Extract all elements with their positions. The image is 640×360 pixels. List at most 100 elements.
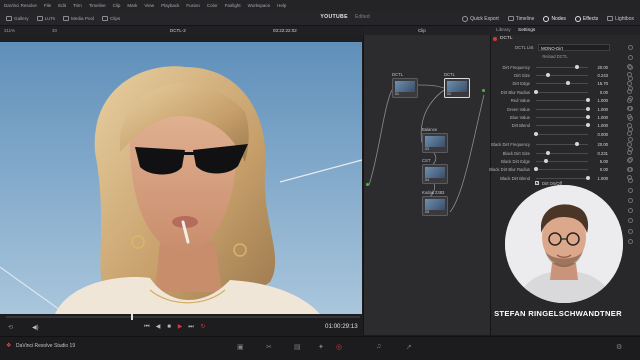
- param-value[interactable]: 20.00: [590, 142, 608, 147]
- keyframe-icon[interactable]: [628, 45, 633, 50]
- keyframe-icon[interactable]: [628, 198, 633, 203]
- keyframe-icon[interactable]: [628, 96, 633, 101]
- menu-view[interactable]: View: [144, 3, 154, 8]
- keyframe-icon[interactable]: [628, 238, 633, 244]
- param-slider-handle[interactable]: [534, 167, 538, 172]
- menu-mark[interactable]: Mark: [127, 3, 137, 8]
- param-slider[interactable]: [536, 169, 588, 171]
- page-edit-icon[interactable]: ▤: [294, 343, 301, 351]
- param-slider[interactable]: [536, 74, 588, 76]
- param-slider[interactable]: [536, 125, 588, 127]
- param-value[interactable]: 1.000: [590, 123, 608, 128]
- page-deliver-icon[interactable]: ➚: [406, 343, 412, 351]
- loop-icon[interactable]: ⟲: [8, 324, 13, 331]
- param-value[interactable]: 0.243: [590, 73, 608, 78]
- page-fairlight-icon[interactable]: ♫: [376, 343, 381, 350]
- param-value[interactable]: 20.00: [590, 65, 608, 70]
- luts-button[interactable]: LUTs: [36, 15, 55, 21]
- audio-icon[interactable]: ◀): [32, 324, 39, 331]
- param-slider[interactable]: [536, 91, 588, 93]
- quick-export-button[interactable]: Quick Export: [462, 15, 499, 22]
- param-slider[interactable]: [536, 100, 588, 102]
- media-pool-button[interactable]: Media Pool: [63, 15, 94, 21]
- param-value[interactable]: 15.70: [590, 81, 608, 86]
- keyframe-icon[interactable]: [628, 177, 633, 183]
- effects-button[interactable]: Effects: [574, 15, 598, 22]
- page-cut-icon[interactable]: ✂: [266, 343, 272, 351]
- playhead[interactable]: [131, 314, 133, 320]
- page-media-icon[interactable]: ▣: [237, 343, 244, 351]
- param-value[interactable]: 0.00: [590, 90, 608, 95]
- go-to-start-icon[interactable]: ⏮: [143, 324, 151, 331]
- menu-fairlight[interactable]: Fairlight: [225, 3, 241, 8]
- gallery-button[interactable]: Gallery: [6, 15, 29, 21]
- param-value[interactable]: 1.000: [590, 107, 608, 112]
- dirt-toggle-checkbox[interactable]: ✓: [535, 181, 539, 185]
- menu-color[interactable]: Color: [207, 3, 218, 8]
- nodes-button[interactable]: Nodes: [543, 15, 566, 22]
- output-port[interactable]: [482, 89, 485, 92]
- param-slider[interactable]: [536, 144, 588, 146]
- param-slider[interactable]: [536, 177, 588, 179]
- node-05[interactable]: 05: [422, 196, 448, 216]
- go-to-end-icon[interactable]: ⏭: [187, 324, 195, 331]
- node-03[interactable]: 03: [422, 133, 448, 153]
- menu-trim[interactable]: Trim: [73, 3, 82, 8]
- param-value[interactable]: 1.000: [590, 115, 608, 120]
- loop-playback-icon[interactable]: ↻: [199, 324, 207, 331]
- param-slider-handle[interactable]: [546, 72, 551, 77]
- node-editor[interactable]: DCTL 01 DCTL 02 Balance 03 CST 04 Kodak …: [363, 35, 490, 335]
- menu-playback[interactable]: Playback: [161, 3, 179, 8]
- viewer-clip-name[interactable]: DCTL-2: [170, 28, 186, 33]
- menu-timeline[interactable]: Timeline: [89, 3, 106, 8]
- node-04[interactable]: 04: [422, 164, 448, 184]
- node-02[interactable]: 02: [444, 78, 470, 98]
- keyframe-icon[interactable]: [628, 75, 633, 81]
- source-port[interactable]: [366, 183, 369, 186]
- menu-fusion[interactable]: Fusion: [186, 3, 200, 8]
- settings-gear-icon[interactable]: ⚙: [616, 343, 622, 351]
- keyframe-icon[interactable]: [628, 187, 633, 193]
- param-value[interactable]: 0.000: [590, 132, 608, 137]
- param-slider[interactable]: [536, 133, 588, 135]
- scrub-bar[interactable]: [6, 316, 360, 318]
- timeline-button[interactable]: Timeline: [507, 16, 534, 22]
- param-reset-icon[interactable]: [627, 141, 632, 147]
- menu-clip[interactable]: Clip: [113, 3, 121, 8]
- node-01[interactable]: 01: [392, 78, 418, 98]
- param-slider-handle[interactable]: [534, 131, 538, 136]
- menu-workspace[interactable]: Workspace: [248, 3, 270, 8]
- page-fusion-icon[interactable]: ✦: [318, 343, 324, 351]
- stop-icon[interactable]: ■: [165, 324, 173, 331]
- menu-edit[interactable]: Edit: [58, 3, 66, 8]
- effect-enable-icon[interactable]: [493, 37, 497, 41]
- play-reverse-icon[interactable]: ◀: [154, 324, 162, 331]
- tab-library[interactable]: Library: [496, 28, 511, 33]
- play-icon[interactable]: ▶: [176, 324, 184, 331]
- param-slider-handle[interactable]: [544, 158, 549, 163]
- menu-app[interactable]: DaVinci Resolve: [4, 3, 37, 8]
- param-slider[interactable]: [536, 66, 588, 68]
- param-value[interactable]: 1.000: [590, 176, 608, 181]
- keyframe-icon[interactable]: [628, 147, 633, 152]
- param-reset-icon[interactable]: [627, 131, 632, 137]
- tab-settings[interactable]: Settings: [518, 28, 535, 33]
- menu-file[interactable]: File: [44, 3, 51, 8]
- dctl-list-select[interactable]: MONO-Dirt: [538, 44, 610, 51]
- param-slider-handle[interactable]: [574, 64, 579, 69]
- param-value[interactable]: 1.000: [590, 98, 608, 103]
- menu-help[interactable]: Help: [277, 3, 286, 8]
- param-slider[interactable]: [536, 83, 588, 85]
- param-slider[interactable]: [536, 108, 588, 110]
- param-slider-handle[interactable]: [545, 150, 550, 155]
- param-slider[interactable]: [536, 152, 588, 154]
- param-value[interactable]: 0.231: [590, 151, 608, 156]
- clips-button[interactable]: Clips: [102, 15, 120, 21]
- keyframe-icon[interactable]: [628, 126, 633, 132]
- page-color-icon[interactable]: ◎: [336, 343, 342, 351]
- param-value[interactable]: 0.00: [590, 167, 608, 172]
- zoom-level[interactable]: 311%: [4, 28, 15, 33]
- node-mode-select[interactable]: Clip: [418, 28, 426, 33]
- param-slider-handle[interactable]: [574, 142, 579, 147]
- keyframe-icon[interactable]: [628, 228, 633, 234]
